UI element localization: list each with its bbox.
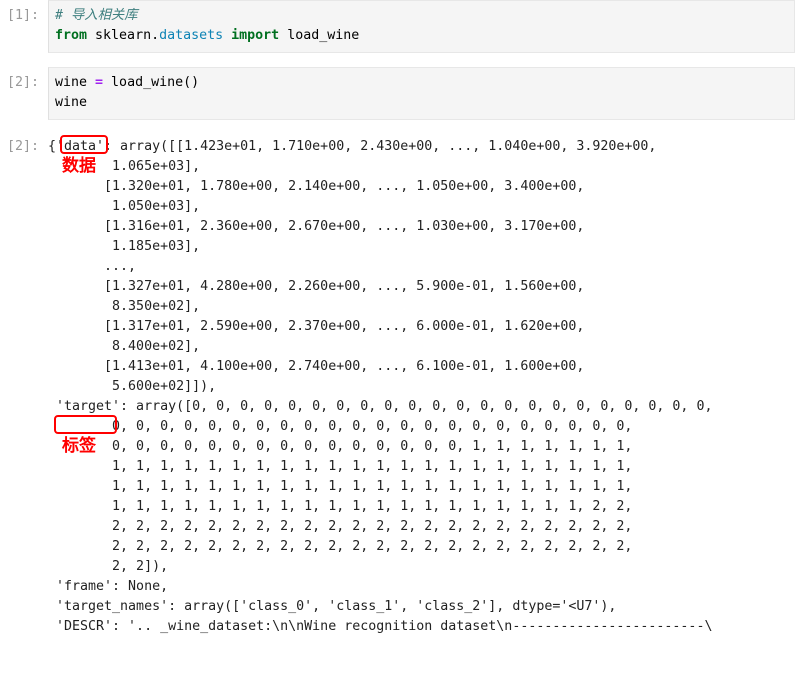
output-prompt: [2]:	[7, 139, 40, 154]
code-token: load_wine()	[103, 75, 200, 90]
output-line: 'target_names': array(['class_0', 'class…	[48, 599, 617, 614]
output-line: 'frame': None,	[48, 579, 169, 594]
code-editor-1[interactable]: # 导入相关库 from sklearn.datasets import loa…	[48, 0, 795, 53]
code-cell-2[interactable]: [2]: wine = load_wine() wine	[0, 67, 795, 120]
code-token: wine	[55, 75, 96, 90]
cell-spacer	[0, 53, 795, 67]
code-line: from sklearn.datasets import load_wine	[55, 26, 790, 46]
code-token: load_wine	[279, 28, 360, 43]
code-token: datasets	[159, 28, 224, 43]
data-key-highlight-label: 数据	[62, 156, 96, 176]
code-token: wine	[55, 95, 88, 110]
output-line: 2, 2, 2, 2, 2, 2, 2, 2, 2, 2, 2, 2, 2, 2…	[48, 539, 633, 554]
code-line: wine = load_wine()	[55, 73, 790, 93]
output-line: [1.327e+01, 4.280e+00, 2.260e+00, ..., 5…	[48, 279, 585, 294]
output-line: ...,	[48, 259, 137, 274]
output-line: 0, 0, 0, 0, 0, 0, 0, 0, 0, 0, 0, 0, 0, 0…	[48, 419, 633, 434]
code-line: # 导入相关库	[55, 6, 790, 26]
code-token: # 导入相关库	[55, 8, 138, 23]
output-line: 8.400e+02],	[48, 339, 201, 354]
code-cell-1[interactable]: [1]: # 导入相关库 from sklearn.datasets impor…	[0, 0, 795, 53]
code-token: import	[231, 28, 280, 43]
code-token: from	[55, 28, 88, 43]
output-line: 1, 1, 1, 1, 1, 1, 1, 1, 1, 1, 1, 1, 1, 1…	[48, 479, 633, 494]
output-line: 2, 2, 2, 2, 2, 2, 2, 2, 2, 2, 2, 2, 2, 2…	[48, 519, 633, 534]
output-line: {'data': array([[1.423e+01, 1.710e+00, 2…	[48, 139, 657, 154]
output-line: [1.317e+01, 2.590e+00, 2.370e+00, ..., 6…	[48, 319, 585, 334]
output-line: 1.050e+03],	[48, 199, 201, 214]
output-cell: [2]: {'data': array([[1.423e+01, 1.710e+…	[0, 134, 795, 637]
output-line: 1, 1, 1, 1, 1, 1, 1, 1, 1, 1, 1, 1, 1, 1…	[48, 499, 633, 514]
code-token: =	[95, 75, 104, 90]
output-line: 1, 1, 1, 1, 1, 1, 1, 1, 1, 1, 1, 1, 1, 1…	[48, 459, 633, 474]
output-line: 1.065e+03],	[48, 159, 201, 174]
target-key-highlight-label: 标签	[62, 436, 96, 456]
output-line: [1.413e+01, 4.100e+00, 2.740e+00, ..., 6…	[48, 359, 585, 374]
output-line: [1.320e+01, 1.780e+00, 2.140e+00, ..., 1…	[48, 179, 585, 194]
output-line: 0, 0, 0, 0, 0, 0, 0, 0, 0, 0, 0, 0, 0, 0…	[48, 439, 633, 454]
code-token: sklearn.	[87, 28, 160, 43]
code-editor-2[interactable]: wine = load_wine() wine	[48, 67, 795, 120]
input-prompt-2: [2]:	[7, 75, 40, 90]
output-line: 1.185e+03],	[48, 239, 201, 254]
notebook-container: [1]: # 导入相关库 from sklearn.datasets impor…	[0, 0, 795, 637]
cell-spacer	[0, 120, 795, 134]
output-line: 5.600e+02]]),	[48, 379, 217, 394]
output-line: 2, 2]),	[48, 559, 169, 574]
output-line: [1.316e+01, 2.360e+00, 2.670e+00, ..., 1…	[48, 219, 585, 234]
input-prompt-1: [1]:	[7, 8, 40, 23]
output-text-area: {'data': array([[1.423e+01, 1.710e+00, 2…	[48, 134, 795, 637]
code-line: wine	[55, 93, 790, 113]
output-line: 8.350e+02],	[48, 299, 201, 314]
output-line: 'DESCR': '.. _wine_dataset:\n\nWine reco…	[48, 619, 713, 634]
output-line: 'target': array([0, 0, 0, 0, 0, 0, 0, 0,…	[48, 399, 713, 414]
